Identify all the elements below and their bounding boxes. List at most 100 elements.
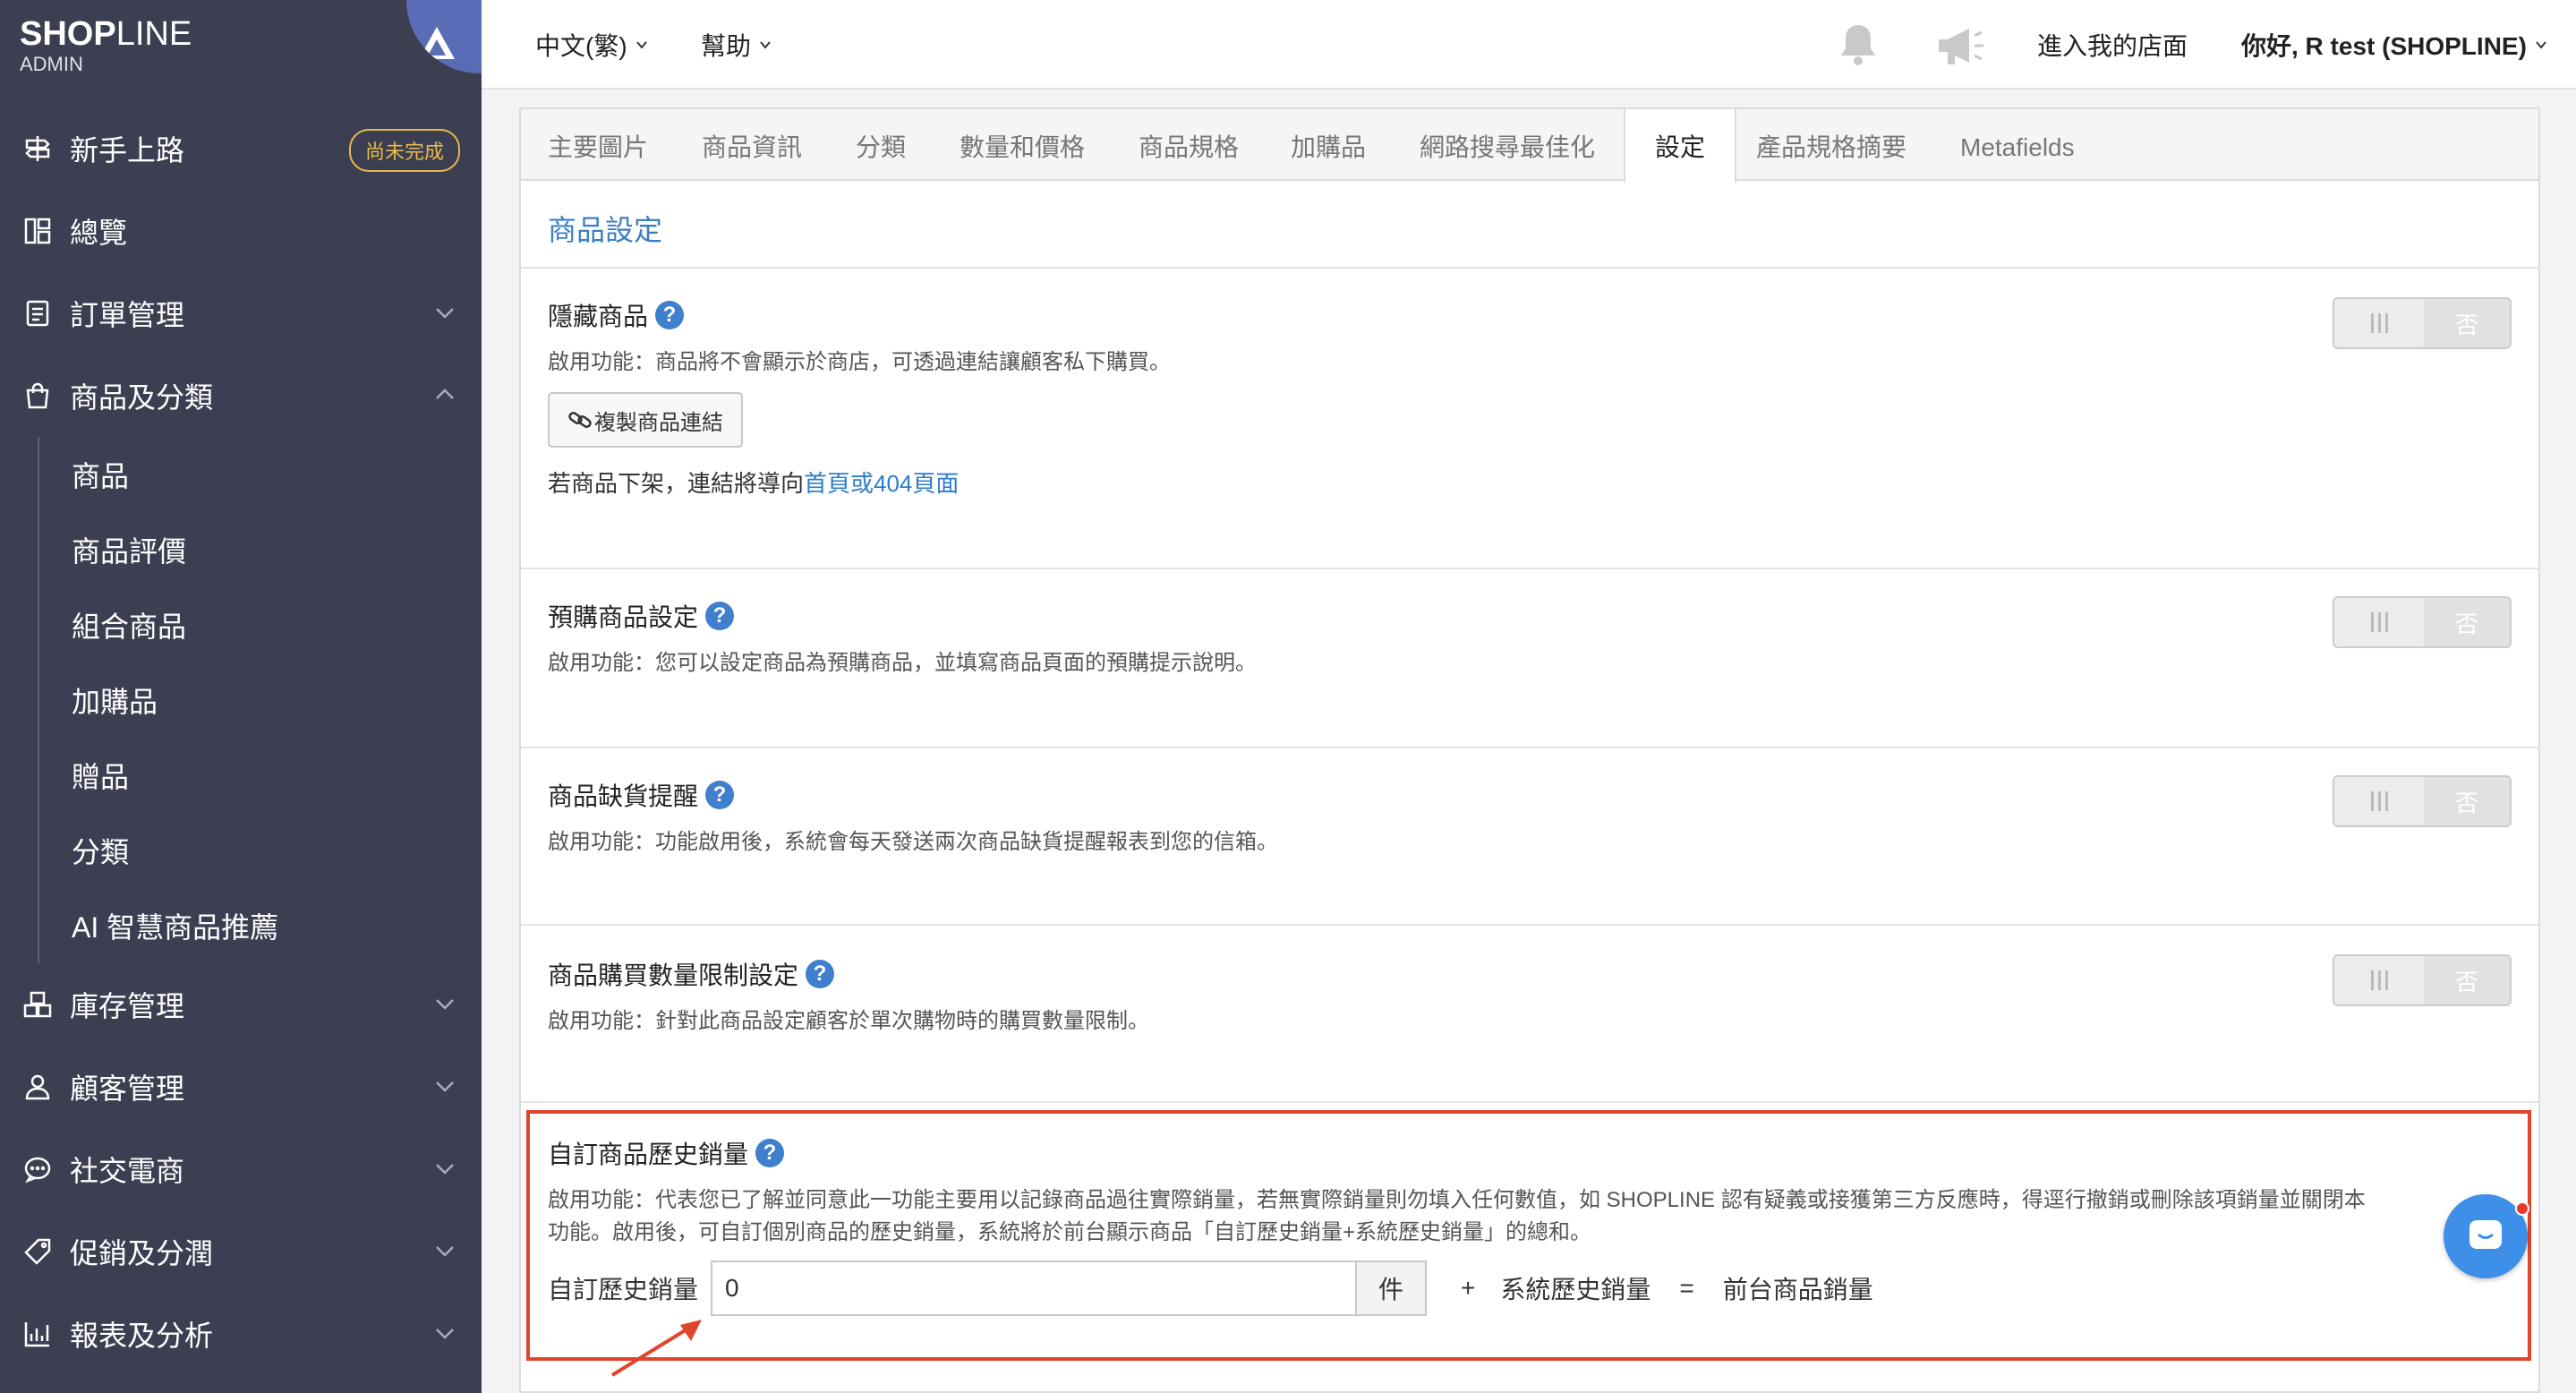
products-subnav: 商品 商品評價 組合商品 加購品 贈品 分類 AI 智慧商品推薦	[38, 437, 482, 963]
purchase-limit-title: 商品購買數量限制設定 ?	[548, 956, 835, 992]
sidebar-item-label: 商品及分類	[70, 381, 214, 414]
history-sales-desc-line2: 功能。啟用後，可自訂個別商品的歷史銷量，系統將於前台顯示商品「自訂歷史銷量+系統…	[548, 1220, 1592, 1244]
sidebar-item-label: 總覽	[70, 217, 128, 249]
sidebar: SHOPLINE ADMIN 新手上路 尚未完成 總覽 訂單管理 商品及分類 商…	[0, 0, 482, 1393]
divider	[521, 924, 2538, 926]
visit-store-link[interactable]: 進入我的店面	[2037, 27, 2188, 63]
purchase-limit-toggle[interactable]: 否	[2333, 954, 2512, 1006]
help-question-icon[interactable]: ?	[705, 602, 735, 630]
sidebar-item-products[interactable]: 商品及分類	[0, 355, 482, 437]
tab-product-info[interactable]: 商品資訊	[702, 109, 802, 181]
link-icon	[568, 412, 592, 428]
tab-main-images[interactable]: 主要圖片	[548, 109, 648, 181]
sidebar-item-reports[interactable]: 報表及分析	[0, 1293, 482, 1375]
history-sales-input-row: 自訂歷史銷量 0 件 + 系統歷史銷量 = 前台商品銷量	[548, 1261, 1873, 1316]
incomplete-badge: 尚未完成	[349, 129, 461, 172]
divider	[521, 267, 2538, 269]
redirect-note: 若商品下架，連結將導向首頁或404頁面	[548, 466, 959, 499]
sidebar-item-social-commerce[interactable]: 社交電商	[0, 1128, 482, 1210]
sidebar-subitem-reviews[interactable]: 商品評價	[39, 512, 482, 587]
notification-bell-icon[interactable]	[1837, 21, 1880, 68]
announcement-megaphone-icon[interactable]	[1935, 25, 1985, 66]
help-question-icon[interactable]: ?	[806, 960, 835, 988]
sidebar-item-inventory[interactable]: 庫存管理	[0, 963, 482, 1046]
sidebar-item-label: 社交電商	[70, 1155, 185, 1187]
tab-quantity-price[interactable]: 數量和價格	[960, 109, 1085, 181]
row-title-label: 商品購買數量限制設定	[548, 961, 799, 989]
divider	[521, 1101, 2538, 1103]
brand-name-rest: LINE	[115, 15, 192, 53]
toggle-off-label: 否	[2424, 299, 2510, 347]
sidebar-item-overview[interactable]: 總覽	[0, 190, 482, 272]
divider	[521, 568, 2538, 569]
tab-seo[interactable]: 網路搜尋最佳化	[1420, 109, 1595, 181]
section-title: 商品設定	[548, 214, 663, 246]
chat-notification-dot	[2515, 1201, 2529, 1216]
divider	[521, 747, 2538, 748]
stock-alert-toggle[interactable]: 否	[2333, 775, 2512, 827]
toggle-on-half	[2334, 299, 2424, 347]
stock-alert-desc: 啟用功能：功能啟用後，系統會每天發送兩次商品缺貨提醒報表到您的信箱。	[548, 830, 1278, 854]
report-chart-icon	[21, 1318, 54, 1350]
storefront-sales-label: 前台商品銷量	[1722, 1276, 1873, 1303]
sidebar-item-label: 促銷及分潤	[70, 1237, 214, 1269]
system-sales-label: 系統歷史銷量	[1500, 1276, 1651, 1303]
sidebar-subitem-bundles[interactable]: 組合商品	[39, 587, 482, 662]
language-dropdown[interactable]: 中文(繁)	[535, 27, 649, 63]
sidebar-item-orders[interactable]: 訂單管理	[0, 272, 482, 355]
copy-product-link-button[interactable]: 複製商品連結	[548, 392, 743, 448]
toggle-off-label: 否	[2424, 956, 2510, 1004]
sidebar-subitem-addons[interactable]: 加購品	[39, 662, 482, 738]
sidebar-subitem-ai-recommend[interactable]: AI 智慧商品推薦	[39, 888, 482, 963]
red-pointer-arrow-icon	[610, 1320, 702, 1377]
tag-icon	[21, 1235, 54, 1268]
help-label: 幫助	[701, 32, 752, 60]
tab-metafields[interactable]: Metafields	[1960, 109, 2075, 181]
sidebar-subitem-gifts[interactable]: 贈品	[39, 738, 482, 813]
inventory-icon	[21, 988, 54, 1021]
history-sales-input[interactable]: 0	[711, 1261, 1356, 1316]
tab-spec-summary[interactable]: 產品規格摘要	[1756, 109, 1906, 181]
copy-link-label: 複製商品連結	[594, 410, 723, 435]
sidebar-item-label: 庫存管理	[70, 990, 185, 1022]
row-title-label: 自訂商品歷史銷量	[548, 1141, 749, 1168]
preorder-toggle[interactable]: 否	[2333, 596, 2512, 648]
help-question-icon[interactable]: ?	[705, 781, 735, 809]
sidebar-subitem-products[interactable]: 商品	[39, 437, 482, 512]
history-sales-input-label: 自訂歷史銷量	[548, 1276, 699, 1303]
sidebar-item-customers[interactable]: 顧客管理	[0, 1046, 482, 1128]
chevron-down-icon	[2536, 41, 2546, 49]
tab-variations[interactable]: 商品規格	[1139, 109, 1239, 181]
mountain-logo-icon	[419, 27, 455, 59]
sidebar-item-label: 顧客管理	[70, 1073, 185, 1105]
sidebar-item-promotions[interactable]: 促銷及分潤	[0, 1210, 482, 1293]
logo-badge[interactable]	[406, 0, 482, 73]
history-sales-title: 自訂商品歷史銷量 ?	[548, 1135, 785, 1171]
sidebar-item-label: 報表及分析	[70, 1320, 214, 1352]
chat-bubble-icon	[21, 1153, 54, 1185]
stock-alert-title: 商品缺貨提醒 ?	[548, 777, 735, 813]
chevron-down-icon	[635, 41, 647, 49]
sidebar-subitem-categories[interactable]: 分類	[39, 813, 482, 888]
chevron-down-icon	[760, 41, 771, 49]
tab-categories[interactable]: 分類	[856, 109, 906, 181]
tab-addons[interactable]: 加購品	[1291, 109, 1366, 181]
purchase-limit-desc: 啟用功能：針對此商品設定顧客於單次購物時的購買數量限制。	[548, 1009, 1149, 1033]
toggle-on-half	[2334, 777, 2424, 825]
row-title-label: 預購商品設定	[548, 603, 699, 631]
tab-settings[interactable]: 設定	[1624, 109, 1736, 183]
hidden-product-toggle[interactable]: 否	[2333, 297, 2512, 349]
shopline-logo[interactable]: SHOPLINE ADMIN	[20, 16, 192, 75]
hidden-product-title: 隱藏商品 ?	[548, 297, 685, 333]
sidebar-item-label: 訂單管理	[70, 299, 185, 331]
homepage-404-link[interactable]: 首頁或404頁面	[804, 470, 959, 497]
help-question-icon[interactable]: ?	[755, 1139, 785, 1167]
greeting-label: 你好, R test (SHOPLINE)	[2241, 32, 2527, 60]
redirect-note-prefix: 若商品下架，連結將導向	[548, 470, 805, 497]
user-menu-dropdown[interactable]: 你好, R test (SHOPLINE)	[2241, 27, 2548, 63]
product-editor-panel: 主要圖片 商品資訊 分類 數量和價格 商品規格 加購品 網路搜尋最佳化 設定 產…	[519, 107, 2540, 1393]
toggle-off-label: 否	[2424, 777, 2510, 825]
help-question-icon[interactable]: ?	[655, 301, 685, 329]
help-dropdown[interactable]: 幫助	[701, 27, 772, 63]
sidebar-item-getting-started[interactable]: 新手上路 尚未完成	[0, 107, 482, 190]
